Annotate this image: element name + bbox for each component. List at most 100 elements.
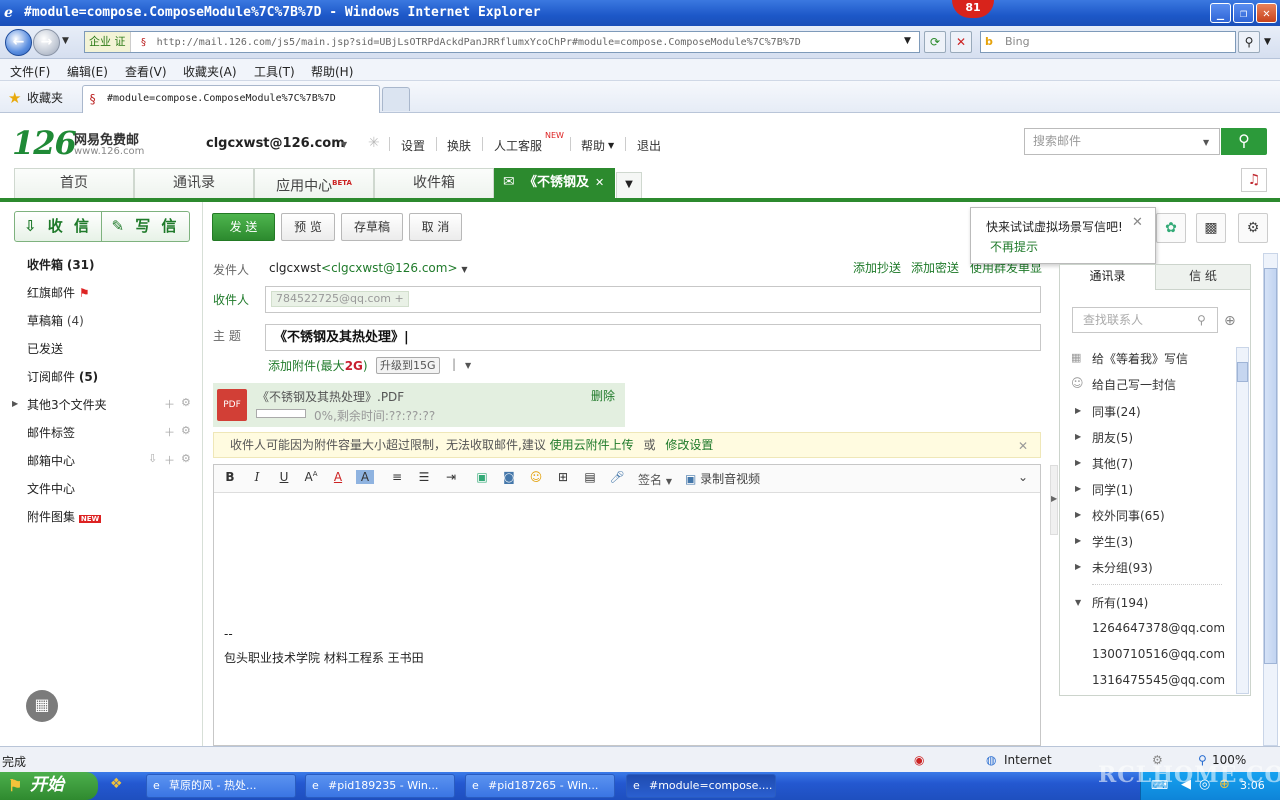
send-button[interactable]: 发 送 — [212, 213, 275, 241]
history-dropdown-icon[interactable]: ▼ — [62, 36, 69, 46]
mailbox-settings-icon[interactable]: ⚙ — [181, 452, 191, 465]
add-cc-link[interactable]: 添加抄送 — [853, 259, 901, 276]
help-dropdown-icon[interactable]: ▼ — [608, 141, 614, 150]
expand-toolbar-icon[interactable]: ⌄ — [1018, 470, 1028, 484]
collapse-panel-handle[interactable]: ▶ — [1050, 465, 1058, 535]
help-link[interactable]: 帮助 — [581, 137, 605, 154]
folder-settings-icon[interactable]: ⚙ — [181, 396, 191, 409]
minimize-button[interactable]: _ — [1210, 3, 1231, 23]
tab-app-center[interactable]: 应用中心BETA — [254, 168, 374, 199]
sidebar-item-attachment-gallery[interactable]: 附件图集 NEW — [27, 508, 102, 525]
logout-link[interactable]: 退出 — [637, 137, 661, 154]
image-icon[interactable]: ▣ — [473, 470, 491, 484]
tab-more-dropdown[interactable]: ▼ — [616, 172, 642, 199]
tab-contacts[interactable]: 通讯录 — [134, 168, 254, 199]
contact-group[interactable]: 同学(1) — [1092, 481, 1133, 498]
contact-group-all[interactable]: 所有(194) — [1092, 594, 1148, 611]
expand-arrow-icon[interactable]: ▶ — [1075, 510, 1081, 519]
cancel-button[interactable]: 取 消 — [409, 213, 462, 241]
taskbar-item[interactable]: e #pid189235 - Win... — [305, 774, 455, 798]
upgrade-button[interactable]: 升级到15G — [376, 357, 440, 374]
from-dropdown-icon[interactable]: ▼ — [461, 265, 467, 274]
close-warning-icon[interactable]: ✕ — [1018, 439, 1028, 453]
customer-service-link[interactable]: 人工客服 — [494, 137, 542, 154]
indent-icon[interactable]: ⇥ — [442, 470, 460, 484]
stop-icon[interactable]: ✕ — [950, 31, 972, 53]
table-icon[interactable]: ⊞ — [554, 470, 572, 484]
settings-link[interactable]: 设置 — [401, 137, 425, 154]
highlight-icon[interactable]: A — [356, 470, 374, 484]
calendar-icon[interactable]: ▤ — [581, 470, 599, 484]
contact-group[interactable]: 学生(3) — [1092, 533, 1133, 550]
search-options-icon[interactable]: ▼ — [1264, 37, 1271, 47]
sidebar-item-file-center[interactable]: 文件中心 — [27, 480, 75, 497]
cloud-upload-link[interactable]: 使用云附件上传 — [550, 438, 634, 452]
record-video-button[interactable]: ▣ 录制音视频 — [685, 470, 760, 487]
attach-dropdown-icon[interactable]: ▼ — [465, 361, 471, 370]
tag-settings-icon[interactable]: ⚙ — [181, 424, 191, 437]
contacts-scrollbar[interactable] — [1236, 347, 1249, 694]
contact-group[interactable]: 未分组(93) — [1092, 559, 1153, 576]
mail-search-input[interactable]: 搜索邮件 — [1024, 128, 1220, 155]
add-tag-icon[interactable]: ＋ — [164, 424, 175, 440]
write-mail-button[interactable]: ✎ 写 信 — [102, 211, 190, 242]
sidebar-item-other-folders[interactable]: 其他3个文件夹 — [27, 396, 107, 413]
system-clock[interactable]: 3:06 — [1240, 779, 1265, 792]
add-bcc-link[interactable]: 添加密送 — [911, 259, 959, 276]
maximize-button[interactable]: ❐ — [1233, 3, 1254, 23]
sidebar-item-mailbox-center[interactable]: 邮箱中心 — [27, 452, 75, 469]
list-icon[interactable]: ☰ — [415, 470, 433, 484]
account-dropdown-icon[interactable]: ▼ — [341, 140, 347, 149]
write-to-star-link[interactable]: 给《等着我》写信 — [1092, 350, 1188, 367]
menu-tools[interactable]: 工具(T) — [254, 63, 295, 80]
add-contact-icon[interactable]: ⊕ — [1224, 313, 1236, 329]
align-icon[interactable]: ≡ — [388, 470, 406, 484]
expand-arrow-icon[interactable]: ▶ — [1075, 458, 1081, 467]
receive-mail-button[interactable]: ⇩ 收 信 — [14, 211, 102, 242]
signature-dropdown[interactable]: 签名 ▼ — [638, 471, 672, 488]
menu-view[interactable]: 查看(V) — [125, 63, 167, 80]
browser-tab-active[interactable]: § #module=compose.ComposeModule%7C%7B%7D — [82, 85, 380, 113]
sidebar-item-tags[interactable]: 邮件标签 — [27, 424, 75, 441]
search-scope-dropdown-icon[interactable]: ▼ — [1203, 138, 1209, 147]
contact-group[interactable]: 朋友(5) — [1092, 429, 1133, 446]
back-button[interactable]: ← — [5, 29, 32, 56]
expand-arrow-icon[interactable]: ▶ — [1075, 484, 1081, 493]
refresh-icon[interactable]: ⟳ — [924, 31, 946, 53]
microphone-icon[interactable]: 🎤︎ — [608, 470, 626, 484]
stationery-icon[interactable]: ✿ — [1156, 213, 1186, 243]
sidebar-item-drafts[interactable]: 草稿箱 (4) — [27, 312, 84, 329]
expand-arrow-icon[interactable]: ▶ — [12, 399, 18, 408]
photo-icon[interactable]: ▩ — [1196, 213, 1226, 243]
preview-button[interactable]: 预 览 — [281, 213, 335, 241]
import-icon[interactable]: ⇩ — [148, 452, 157, 465]
forward-button[interactable]: → — [33, 29, 60, 56]
delete-attachment-link[interactable]: 删除 — [591, 387, 615, 404]
menu-edit[interactable]: 编辑(E) — [67, 63, 108, 80]
contact-search-input[interactable]: 查找联系人 ⚲ — [1072, 307, 1218, 333]
add-mailbox-icon[interactable]: ＋ — [164, 452, 175, 468]
contact-item[interactable]: 1264647378@qq.com — [1092, 621, 1225, 635]
privacy-icon[interactable]: ◉ — [914, 753, 924, 767]
music-icon[interactable]: ♫ — [1241, 168, 1267, 192]
contact-item[interactable]: 1316475545@qq.com — [1092, 673, 1225, 687]
write-to-self-link[interactable]: 给自己写一封信 — [1092, 376, 1176, 393]
modify-settings-link[interactable]: 修改设置 — [665, 438, 713, 452]
expand-arrow-icon[interactable]: ▶ — [1075, 562, 1081, 571]
window-titlebar[interactable]: e #module=compose.ComposeModule%7C%7B%7D… — [0, 0, 1280, 26]
menu-favorites[interactable]: 收藏夹(A) — [183, 63, 237, 80]
logo-126[interactable]: 126 — [12, 124, 77, 162]
bold-icon[interactable]: B — [221, 470, 239, 484]
add-attachment-link[interactable]: 添加附件(最大2G) — [268, 357, 368, 374]
tab-compose[interactable]: ✉ 《不锈钢及 ✕ — [494, 168, 615, 199]
emoji-icon[interactable]: ☺ — [527, 470, 545, 484]
expand-arrow-icon[interactable]: ▶ — [1075, 536, 1081, 545]
mail-search-button[interactable]: ⚲ — [1221, 128, 1267, 155]
skin-link[interactable]: 换肤 — [447, 137, 471, 154]
taskbar-item-active[interactable]: e #module=compose.... — [626, 774, 776, 798]
contact-group[interactable]: 同事(24) — [1092, 403, 1141, 420]
gear-icon[interactable]: ⚙ — [1238, 213, 1268, 243]
sidebar-item-flagged[interactable]: 红旗邮件 ⚑ — [27, 284, 90, 301]
search-go-icon[interactable]: ⚲ — [1238, 31, 1260, 53]
dont-show-again-link[interactable]: 不再提示 — [990, 238, 1038, 255]
